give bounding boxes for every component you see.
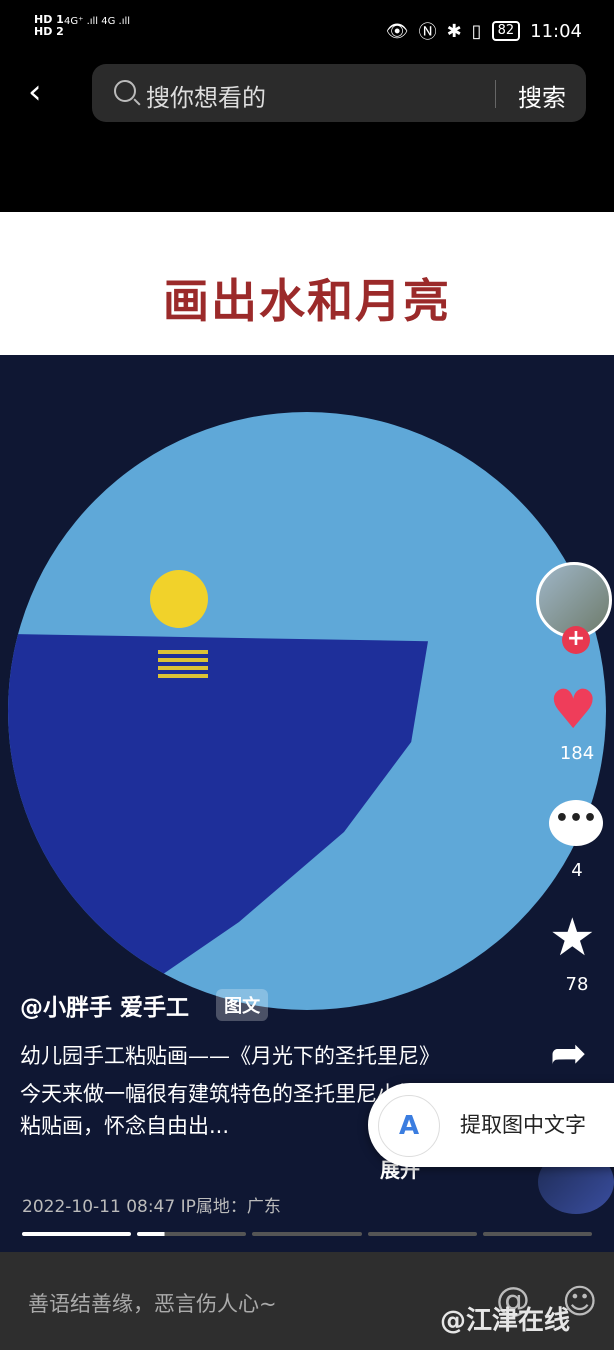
battery-indicator: 82 <box>491 21 521 41</box>
watermark: @江津在线 <box>440 1306 571 1336</box>
comment-count: 4 <box>571 860 583 881</box>
extract-text-label: 提取图中文字 <box>460 1113 586 1137</box>
painting-disk <box>8 412 606 1010</box>
progress-segment <box>137 1232 247 1236</box>
water-area <box>8 634 428 994</box>
like-count: 184 <box>559 743 595 764</box>
sim-indicator: HD 1 HD 2 <box>34 13 64 38</box>
share-arrow-icon[interactable]: ➦ <box>550 1028 587 1079</box>
search-placeholder: 搜你想看的 <box>146 84 266 112</box>
follow-plus-icon[interactable]: + <box>562 626 590 654</box>
status-bar: HD 1 HD 2 4G⁺ .ıll 4G .ıll 👁 Ⓝ ✱ ▯ 82 11… <box>0 0 614 58</box>
search-input[interactable]: 搜你想看的 搜索 <box>92 64 586 122</box>
signal-indicator: 4G⁺ .ıll 4G .ıll <box>64 16 131 27</box>
nfc-icon: Ⓝ <box>418 22 437 43</box>
like-heart-icon[interactable]: ♥ <box>549 683 597 737</box>
image-title: 画出水和月亮 <box>163 274 451 328</box>
bluetooth-icon: ✱ <box>446 20 462 42</box>
progress-segment <box>252 1232 362 1236</box>
moon <box>150 570 208 628</box>
post-description: 幼儿园手工粘贴画——《月光下的圣托里尼》 <box>20 1044 440 1068</box>
back-arrow-icon[interactable]: ‹ <box>28 74 58 110</box>
search-icon <box>114 80 136 102</box>
clock: 11:04 <box>530 20 582 42</box>
eye-icon: 👁 <box>385 20 409 42</box>
divider <box>495 80 496 108</box>
moon-reflection <box>158 650 208 680</box>
post-type-badge: 图文 <box>216 989 269 1021</box>
progress-segment <box>22 1232 132 1236</box>
text-scan-icon: A <box>378 1095 440 1157</box>
progress-segment <box>367 1232 477 1236</box>
comment-input[interactable]: 善语结善缘，恶言伤人心~ <box>28 1288 277 1318</box>
progress-segment <box>482 1232 593 1236</box>
search-button[interactable]: 搜索 <box>518 78 566 113</box>
author-name[interactable]: @小胖手 爱手工 <box>20 988 189 1022</box>
favorite-star-icon[interactable]: ★ <box>549 912 596 964</box>
top-bar: ‹ 搜你想看的 搜索 <box>0 58 614 128</box>
vibrate-icon: ▯ <box>471 20 482 42</box>
favorite-count: 78 <box>565 974 589 995</box>
extract-text-button[interactable]: A 提取图中文字 <box>368 1083 614 1167</box>
image-progress <box>22 1232 593 1236</box>
comment-icon[interactable]: ••• <box>549 800 603 846</box>
post-meta: 2022-10-11 08:47 IP属地：广东 <box>22 1197 281 1217</box>
